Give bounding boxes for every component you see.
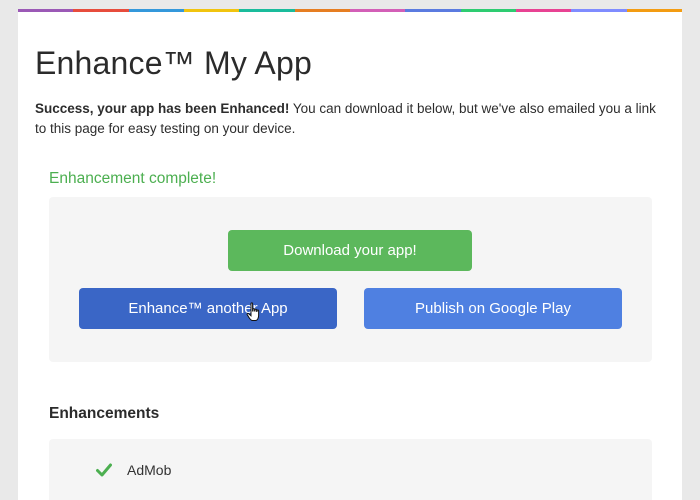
rainbow-segment — [405, 9, 461, 12]
rainbow-segment — [460, 9, 516, 12]
rainbow-segment — [128, 9, 184, 12]
rainbow-segment — [239, 9, 295, 12]
rainbow-segment — [18, 9, 74, 12]
rainbow-segment — [183, 9, 240, 12]
rainbow-segment — [73, 9, 129, 12]
rainbow-segment — [515, 9, 572, 12]
intro-text: Success, your app has been Enhanced! You… — [35, 99, 665, 139]
check-icon — [96, 463, 112, 477]
rainbow-bar — [18, 9, 682, 12]
rainbow-segment — [571, 9, 627, 12]
intro-success: Success, your app has been Enhanced! — [35, 101, 290, 116]
enhancements-heading: Enhancements — [49, 405, 160, 422]
rainbow-segment — [626, 9, 682, 12]
enhancement-label: AdMob — [127, 462, 172, 478]
list-item: AdMob — [96, 462, 171, 478]
hand-cursor-icon — [246, 302, 260, 321]
main-card: Enhance™ My App Success, your app has be… — [18, 9, 682, 500]
rainbow-segment — [349, 9, 406, 12]
rainbow-segment — [294, 9, 350, 12]
enhancements-list: AdMob — [49, 439, 652, 500]
actions-panel: Download your app! Enhance™ another App … — [49, 197, 652, 362]
page-title: Enhance™ My App — [35, 45, 312, 81]
enhance-another-app-button[interactable]: Enhance™ another App — [79, 288, 337, 329]
status-message: Enhancement complete! — [49, 170, 217, 187]
publish-google-play-button[interactable]: Publish on Google Play — [364, 288, 622, 329]
download-app-button[interactable]: Download your app! — [228, 230, 472, 271]
